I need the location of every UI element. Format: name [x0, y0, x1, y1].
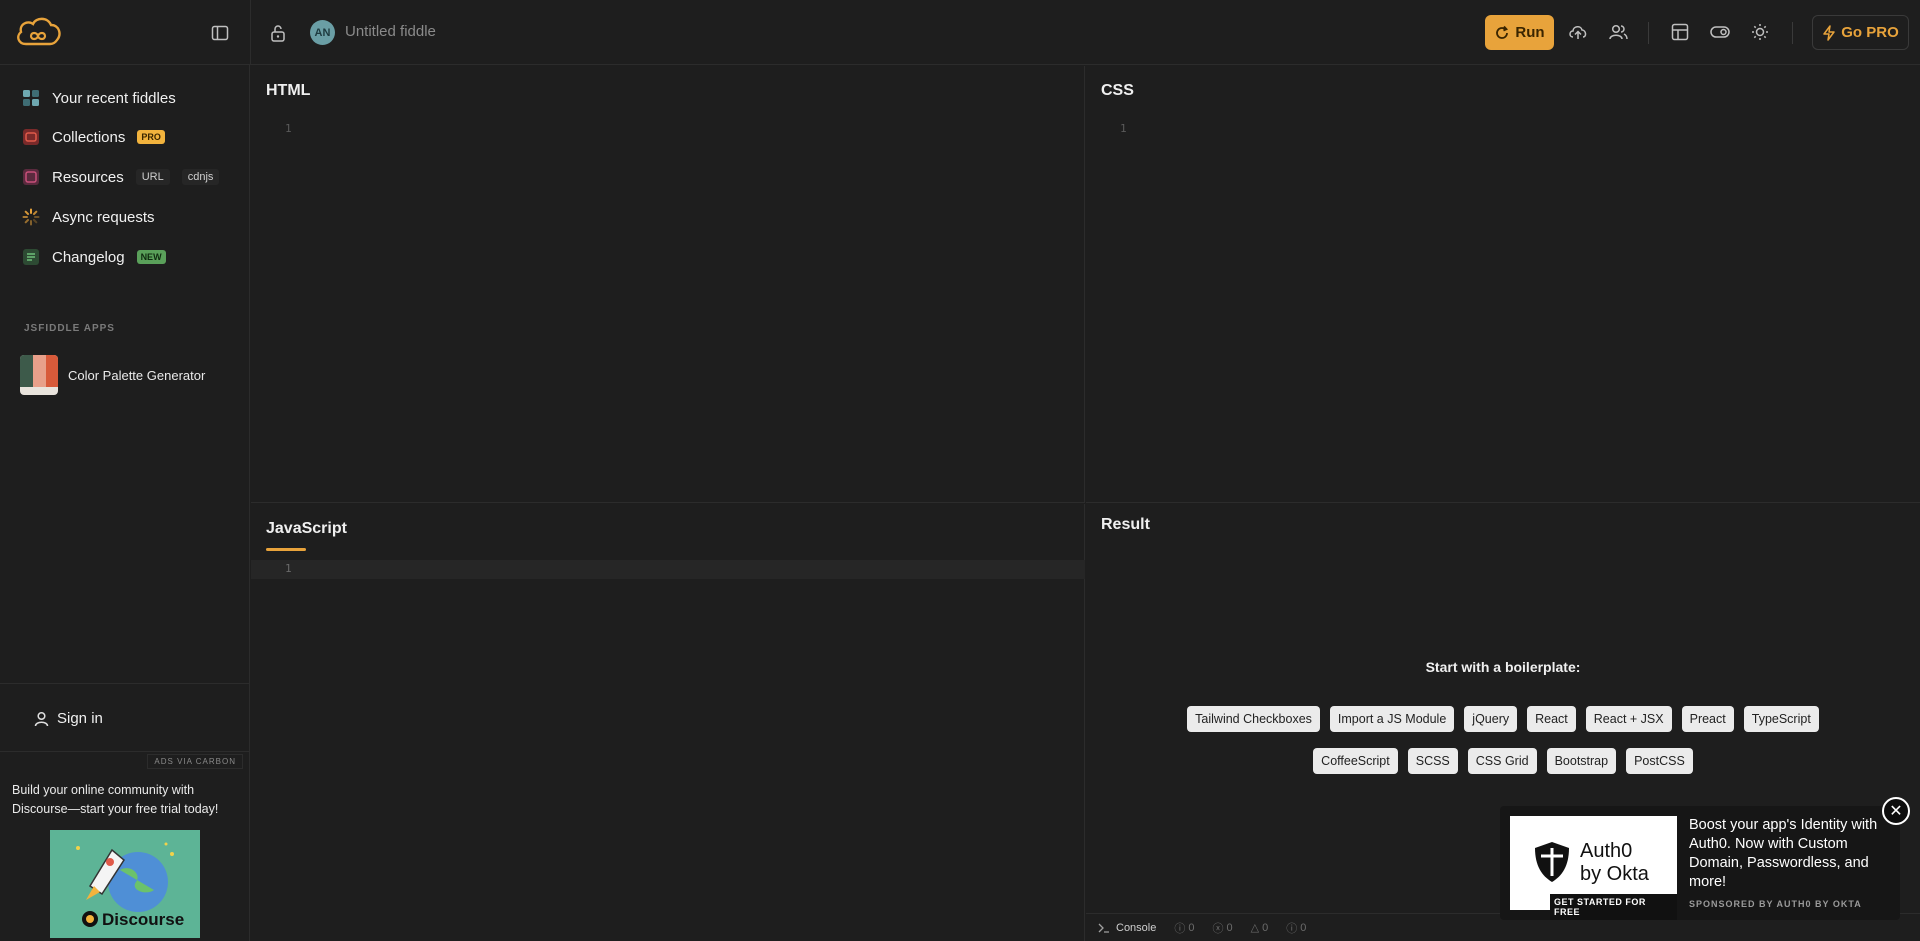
boilerplate-jquery[interactable]: jQuery — [1464, 706, 1518, 732]
error-count: ⓧ 0 — [1212, 921, 1233, 935]
new-badge: NEW — [136, 250, 166, 264]
collaborate-users-icon[interactable] — [1604, 18, 1632, 46]
boilerplate-preact[interactable]: Preact — [1681, 706, 1734, 732]
active-line-highlight — [251, 560, 1085, 579]
line-number: 1 — [285, 562, 292, 575]
sidebar-item-async-requests[interactable]: Async requests — [22, 205, 155, 229]
line-number: 1 — [285, 122, 292, 135]
sign-in-button[interactable]: Sign in — [34, 710, 103, 727]
carbon-ad-text[interactable]: Build your online community with Discour… — [12, 781, 242, 819]
app-label: Color Palette Generator — [68, 367, 206, 383]
boilerplate-typescript[interactable]: TypeScript — [1743, 706, 1819, 732]
run-button[interactable]: Run — [1485, 15, 1554, 50]
auth0-sponsored-ad[interactable]: Auth0 by Okta GET STARTED FOR FREE Boost… — [1500, 806, 1900, 920]
layout-icon[interactable] — [1666, 18, 1694, 46]
resources-icon — [23, 169, 39, 185]
get-started-cta[interactable]: GET STARTED FOR FREE — [1550, 894, 1677, 920]
color-palette-thumbnail — [20, 355, 58, 395]
refresh-icon — [1496, 25, 1509, 39]
auth0-logo-line2: by Okta — [1580, 863, 1649, 885]
sidebar-item-resources[interactable]: Resources URL cdnjs — [22, 165, 220, 189]
boilerplate-coffeescript[interactable]: CoffeeScript — [1313, 748, 1398, 774]
pro-badge: PRO — [137, 130, 165, 144]
javascript-pane-title: JavaScript — [266, 520, 347, 537]
close-ad-icon[interactable]: ✕ — [1882, 797, 1910, 825]
boilerplate-postcss[interactable]: PostCSS — [1626, 748, 1693, 774]
toggle-icon[interactable] — [1706, 18, 1734, 46]
auth0-sponsor-label: SPONSORED BY AUTH0 BY OKTA — [1689, 899, 1862, 909]
apps-heading: JSFIDDLE APPS — [24, 323, 115, 334]
grid-icon — [23, 90, 39, 106]
jsfiddle-logo-icon[interactable] — [14, 14, 62, 50]
console-toggle[interactable]: Console — [1098, 922, 1156, 934]
boilerplate-react-jsx[interactable]: React + JSX — [1585, 706, 1672, 732]
debug-count: ⓘ 0 — [1286, 921, 1307, 935]
javascript-editor-pane[interactable]: JavaScript 1 — [251, 504, 1085, 941]
sidebar-item-collections[interactable]: Collections PRO — [22, 125, 165, 149]
go-pro-button[interactable]: Go PRO — [1812, 15, 1909, 50]
ads-via-carbon-label[interactable]: ADS VIA CARBON — [147, 754, 243, 769]
bolt-icon — [1823, 24, 1835, 41]
line-number: 1 — [1120, 122, 1127, 135]
sidebar-item-label: Your recent fiddles — [52, 89, 176, 107]
avatar[interactable]: AN — [310, 20, 335, 45]
sidebar-item-label: Changelog — [52, 248, 125, 266]
discourse-ad-image[interactable]: Discourse — [50, 830, 200, 938]
changelog-icon — [23, 249, 39, 265]
console-label: Console — [1116, 921, 1157, 934]
boilerplate-css-grid[interactable]: CSS Grid — [1467, 748, 1537, 774]
boilerplate-tailwind-checkboxes[interactable]: Tailwind Checkboxes — [1187, 706, 1320, 732]
html-pane-title: HTML — [266, 82, 311, 99]
sidebar-item-label: Async requests — [52, 208, 155, 226]
boilerplate-react[interactable]: React — [1527, 706, 1576, 732]
result-pane-title: Result — [1101, 516, 1150, 533]
run-label: Run — [1515, 24, 1545, 41]
url-tag[interactable]: URL — [135, 169, 170, 185]
terminal-icon — [1098, 923, 1109, 933]
sun-theme-icon[interactable] — [1746, 18, 1774, 46]
css-pane-title: CSS — [1101, 82, 1134, 99]
boilerplate-scss[interactable]: SCSS — [1407, 748, 1458, 774]
auth0-logo-image[interactable]: Auth0 by Okta GET STARTED FOR FREE — [1510, 816, 1677, 920]
toggle-sidebar-icon[interactable] — [206, 19, 234, 47]
go-pro-label: Go PRO — [1841, 24, 1899, 41]
jsfiddle-app: AN Untitled fiddle Run Go PRO Your recen… — [0, 0, 1920, 941]
html-editor-pane[interactable]: HTML 1 — [251, 66, 1085, 503]
auth0-shield-icon — [1535, 842, 1569, 882]
boilerplate-import-js-module[interactable]: Import a JS Module — [1329, 706, 1455, 732]
auth0-ad-text[interactable]: Boost your app's Identity with Auth0. No… — [1689, 816, 1894, 892]
sidebar-item-label: Resources — [52, 168, 124, 186]
discourse-brand-label: Discourse — [102, 910, 185, 929]
sidebar-item-label: Collections — [52, 128, 126, 146]
cdnjs-tag[interactable]: cdnjs — [181, 169, 220, 185]
app-color-palette-generator[interactable]: Color Palette Generator — [20, 355, 205, 395]
css-editor-pane[interactable]: CSS 1 — [1086, 66, 1920, 503]
spinner-icon — [22, 208, 40, 226]
boilerplate-bootstrap[interactable]: Bootstrap — [1546, 748, 1617, 774]
boilerplate-row-2: CoffeeScript SCSS CSS Grid Bootstrap Pos… — [1086, 748, 1920, 774]
info-icon: ⓘ — [1174, 922, 1186, 935]
top-bar: AN Untitled fiddle Run Go PRO — [0, 0, 1920, 65]
fiddle-title[interactable]: Untitled fiddle — [345, 23, 436, 40]
sidebar-item-recent-fiddles[interactable]: Your recent fiddles — [22, 86, 176, 110]
warning-count: △ 0 — [1250, 921, 1269, 935]
boilerplate-row-1: Tailwind Checkboxes Import a JS Module j… — [1086, 706, 1920, 732]
active-tab-indicator — [266, 548, 306, 551]
user-icon — [34, 711, 49, 726]
debug-icon: ⓘ — [1286, 922, 1298, 935]
sidebar: Your recent fiddles Collections PRO Reso… — [0, 65, 250, 941]
collection-icon — [23, 129, 39, 145]
upload-cloud-icon[interactable] — [1564, 18, 1592, 46]
lock-icon[interactable] — [264, 19, 292, 47]
boilerplate-title: Start with a boilerplate: — [1425, 659, 1581, 675]
auth0-logo-line1: Auth0 — [1580, 840, 1633, 862]
log-count: ⓘ 0 — [1174, 921, 1195, 935]
sign-in-label: Sign in — [57, 710, 103, 727]
warning-icon: △ — [1250, 922, 1260, 934]
error-icon: ⓧ — [1212, 922, 1224, 935]
sidebar-item-changelog[interactable]: Changelog NEW — [22, 245, 166, 269]
